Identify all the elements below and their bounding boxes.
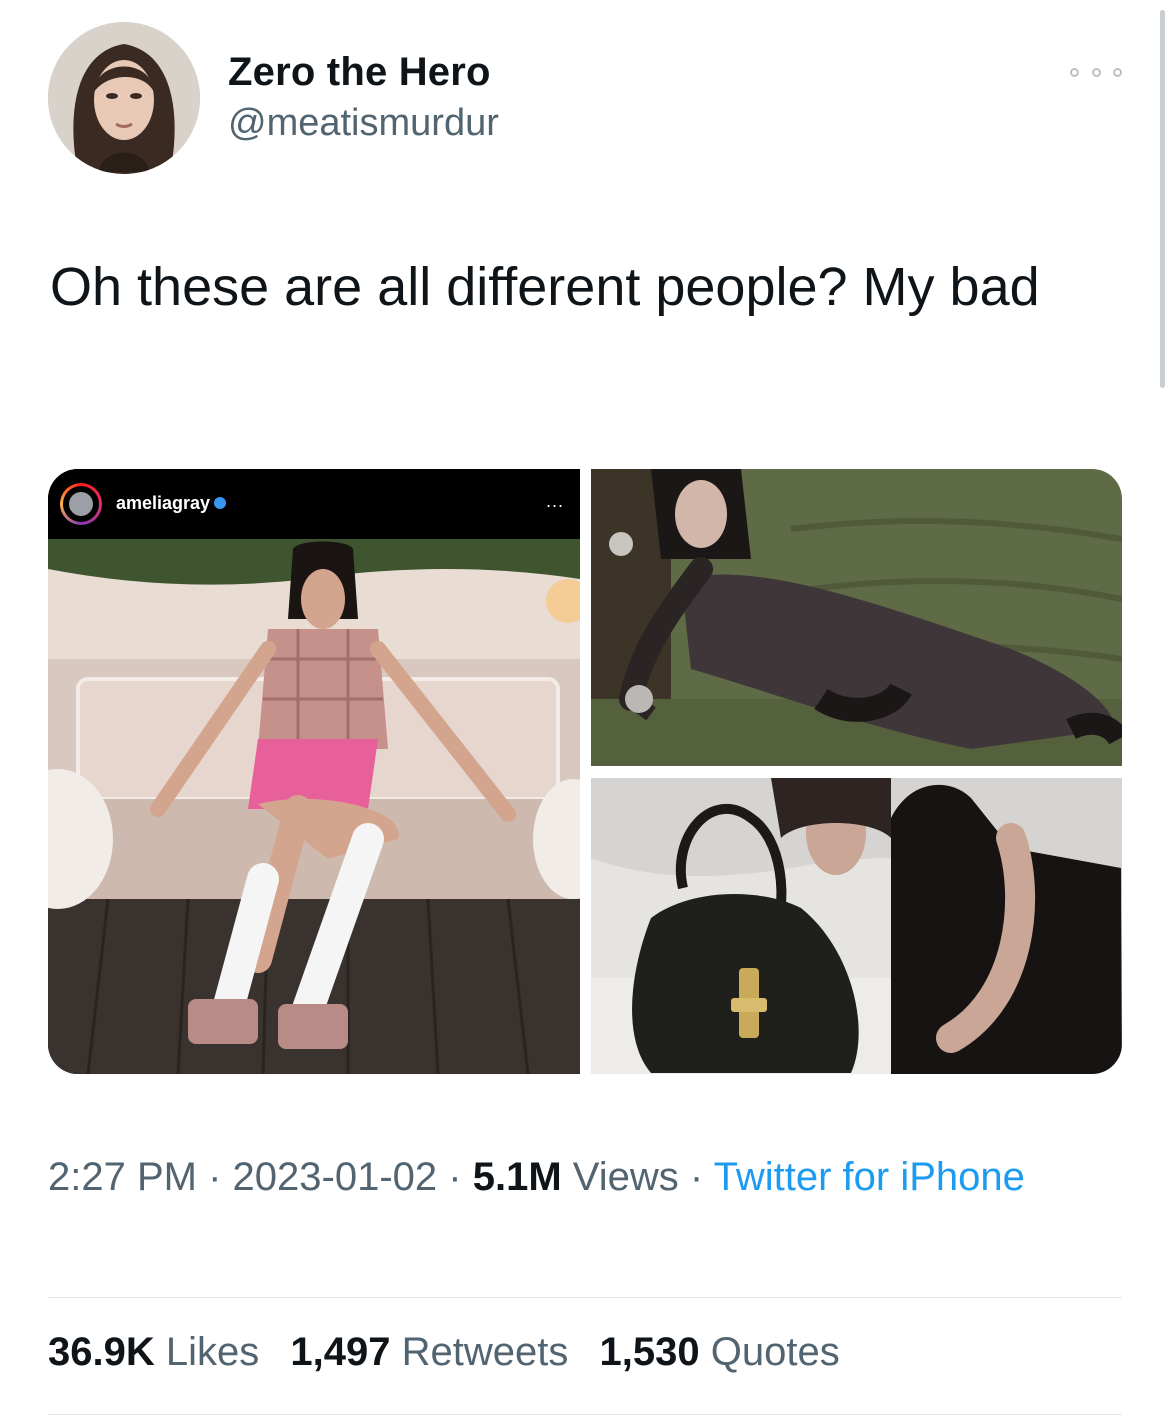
media-photo-3[interactable] [591, 778, 1122, 1074]
avatar-image [48, 22, 200, 174]
meta-separator: · [448, 1155, 462, 1199]
user-handle[interactable]: @meatismurdur [228, 102, 499, 145]
tweet-header: Zero the Hero @meatismurdur [48, 22, 1128, 174]
tweet-stats: 36.9K Likes 1,497 Retweets 1,530 Quotes [48, 1330, 860, 1375]
likes-count: 36.9K [48, 1330, 155, 1374]
meta-separator: · [689, 1155, 704, 1199]
quotes-stat[interactable]: 1,530 Quotes [600, 1330, 840, 1374]
quotes-label: Quotes [710, 1330, 840, 1374]
tweet-date[interactable]: 2023-01-02 [233, 1155, 438, 1199]
divider [48, 1414, 1122, 1415]
dot [1091, 67, 1101, 77]
media-photo-2[interactable] [591, 469, 1122, 766]
media-grid: ameliagray ... [48, 469, 1122, 1074]
retweets-label: Retweets [401, 1330, 569, 1374]
likes-stat[interactable]: 36.9K Likes [48, 1330, 259, 1374]
avatar[interactable] [48, 22, 200, 174]
scrollbar-thumb[interactable] [1160, 10, 1165, 388]
meta-separator: · [208, 1155, 222, 1199]
views-count: 5.1M [472, 1155, 562, 1199]
photo-girl-on-sofa [48, 539, 580, 1074]
instagram-header: ameliagray ... [48, 469, 580, 539]
photo-woman-on-green-sofa [591, 469, 1122, 766]
likes-label: Likes [165, 1330, 260, 1374]
quotes-count: 1,530 [599, 1330, 700, 1374]
instagram-more-icon: ... [545, 491, 564, 511]
media-photo-1[interactable]: ameliagray ... [48, 469, 580, 1074]
divider [48, 1297, 1122, 1298]
retweets-stat[interactable]: 1,497 Retweets [290, 1330, 568, 1374]
tweet-text: Oh these are all different people? My ba… [50, 257, 1040, 317]
more-options-icon[interactable] [1070, 62, 1122, 82]
source-link[interactable]: Twitter for iPhone [714, 1155, 1025, 1199]
dot [1070, 67, 1079, 77]
views-label: Views [572, 1155, 679, 1199]
scrollbar[interactable] [1158, 0, 1166, 388]
verified-badge-icon [214, 497, 226, 509]
dot [1113, 67, 1122, 77]
retweets-count: 1,497 [290, 1330, 391, 1374]
photo-woman-with-handbag [591, 778, 1122, 1074]
tweet-time[interactable]: 2:27 PM [48, 1155, 197, 1199]
instagram-avatar [60, 483, 102, 525]
instagram-username: ameliagray [116, 493, 211, 513]
display-name[interactable]: Zero the Hero [228, 50, 491, 95]
tweet-meta: 2:27 PM · 2023-01-02 · 5.1M Views · Twit… [48, 1148, 1128, 1206]
